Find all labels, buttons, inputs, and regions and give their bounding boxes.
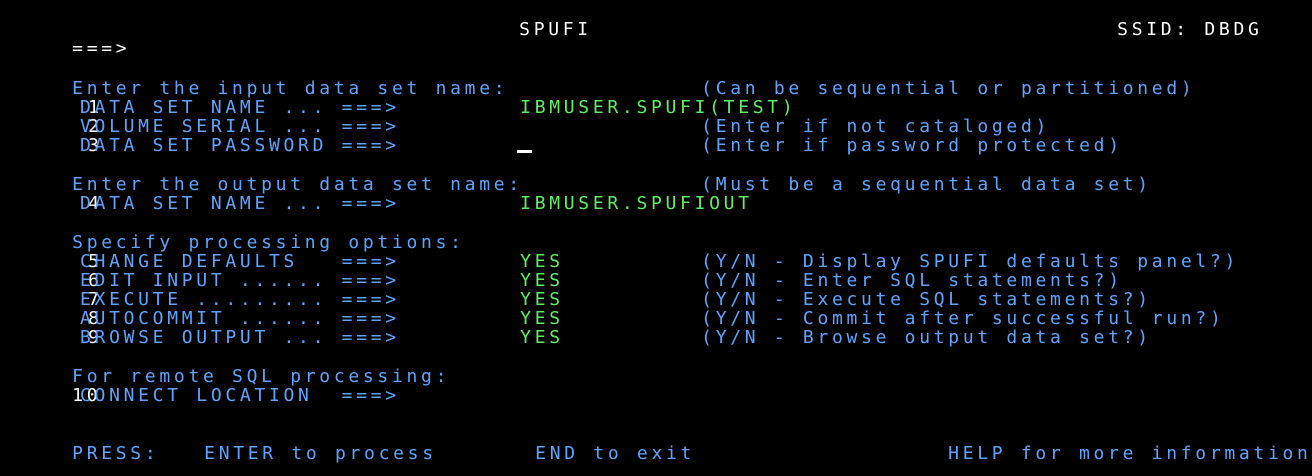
- input-section-note: (Can be sequential or partitioned): [643, 60, 1195, 98]
- text-cursor: [517, 150, 533, 154]
- field-hint-3: (Enter if password protected): [643, 117, 1123, 155]
- option-row-5: 5 CHANGE DEFAULTS ===>: [14, 233, 396, 272]
- panel-title: SPUFI: [461, 1, 592, 39]
- option-hint-6: (Y/N - Enter SQL statements?): [643, 252, 1123, 290]
- password-field[interactable]: [459, 117, 533, 154]
- option-value-change-defaults[interactable]: YES: [462, 233, 564, 271]
- option-row-9: 9 BROWSE OUTPUT ... ===>: [14, 309, 396, 348]
- output-section-note: (Must be a sequential data set): [643, 156, 1152, 194]
- footer-end[interactable]: END to exit: [477, 425, 695, 463]
- panel-title-text: SPUFI: [519, 19, 592, 41]
- spufi-panel: SPUFI SSID: DBDG ===> Enter the input da…: [0, 0, 1312, 476]
- footer-help[interactable]: HELP for more information: [890, 425, 1312, 463]
- option-value-execute[interactable]: YES: [462, 271, 564, 309]
- output-dsn-value[interactable]: IBMUSER.SPUFIOUT: [520, 193, 753, 214]
- remote-section-heading: For remote SQL processing:: [14, 348, 450, 386]
- field-label: DATA SET NAME ... ===>: [80, 193, 400, 215]
- field-label: DATA SET PASSWORD ===>: [80, 135, 400, 157]
- footer-help-text: HELP for more information: [948, 443, 1312, 465]
- option-row-8: 8 AUTOCOMMIT ...... ===>: [14, 290, 396, 329]
- field-row-3: 3 DATA SET PASSWORD ===>: [14, 117, 396, 156]
- output-note-text: (Must be a sequential data set): [701, 174, 1152, 196]
- hint-text: (Enter if password protected): [701, 135, 1123, 157]
- field-label: BROWSE OUTPUT ... ===>: [80, 327, 400, 349]
- option-value-browse-output[interactable]: YES: [462, 309, 564, 347]
- options-section-heading: Specify processing options:: [14, 214, 465, 252]
- option-row-7: 7 EXECUTE ......... ===>: [14, 271, 396, 310]
- footer-enter[interactable]: ENTER to process: [146, 425, 437, 463]
- field-row-4: 4 DATA SET NAME ... ===>: [14, 175, 396, 214]
- connect-location-field[interactable]: [462, 367, 862, 386]
- option-value[interactable]: YES: [520, 327, 564, 348]
- footer-press: PRESS:: [14, 425, 159, 463]
- output-section-heading: Enter the output data set name:: [14, 156, 523, 194]
- remote-heading-text: For remote SQL processing:: [72, 366, 451, 388]
- output-dsn-field[interactable]: IBMUSER.SPUFIOUT: [462, 175, 753, 213]
- ssid-text: SSID: DBDG: [1117, 19, 1263, 41]
- field-hint-2: (Enter if not cataloged): [643, 98, 1050, 136]
- command-prompt: ===>: [72, 38, 131, 60]
- option-row-6: 6 EDIT INPUT ...... ===>: [14, 252, 396, 291]
- field-row-1: 1 DATA SET NAME ... ===>: [14, 79, 396, 118]
- input-section-heading: Enter the input data set name:: [14, 60, 508, 98]
- field-row-2: 2 VOLUME SERIAL ... ===>: [14, 98, 396, 137]
- option-value-autocommit[interactable]: YES: [462, 290, 564, 328]
- input-dsn-field[interactable]: IBMUSER.SPUFI(TEST): [462, 79, 796, 117]
- option-hint-7: (Y/N - Execute SQL statements?): [643, 271, 1152, 309]
- command-line[interactable]: ===>: [14, 20, 130, 58]
- option-value-edit-input[interactable]: YES: [462, 252, 564, 290]
- ssid-label: SSID: DBDG: [1059, 1, 1263, 39]
- option-hint-5: (Y/N - Display SPUFI defaults panel?): [643, 233, 1239, 271]
- field-row-10: 10 CONNECT LOCATION ===>: [14, 367, 396, 406]
- hint-text: (Y/N - Browse output data set?): [701, 327, 1152, 349]
- option-hint-9: (Y/N - Browse output data set?): [643, 309, 1152, 347]
- output-heading-text: Enter the output data set name:: [72, 174, 523, 196]
- footer-enter-text: ENTER to process: [204, 443, 437, 465]
- footer-end-text: END to exit: [535, 443, 696, 465]
- field-label: CONNECT LOCATION ===>: [80, 385, 400, 407]
- option-hint-8: (Y/N - Commit after successful run?): [643, 290, 1225, 328]
